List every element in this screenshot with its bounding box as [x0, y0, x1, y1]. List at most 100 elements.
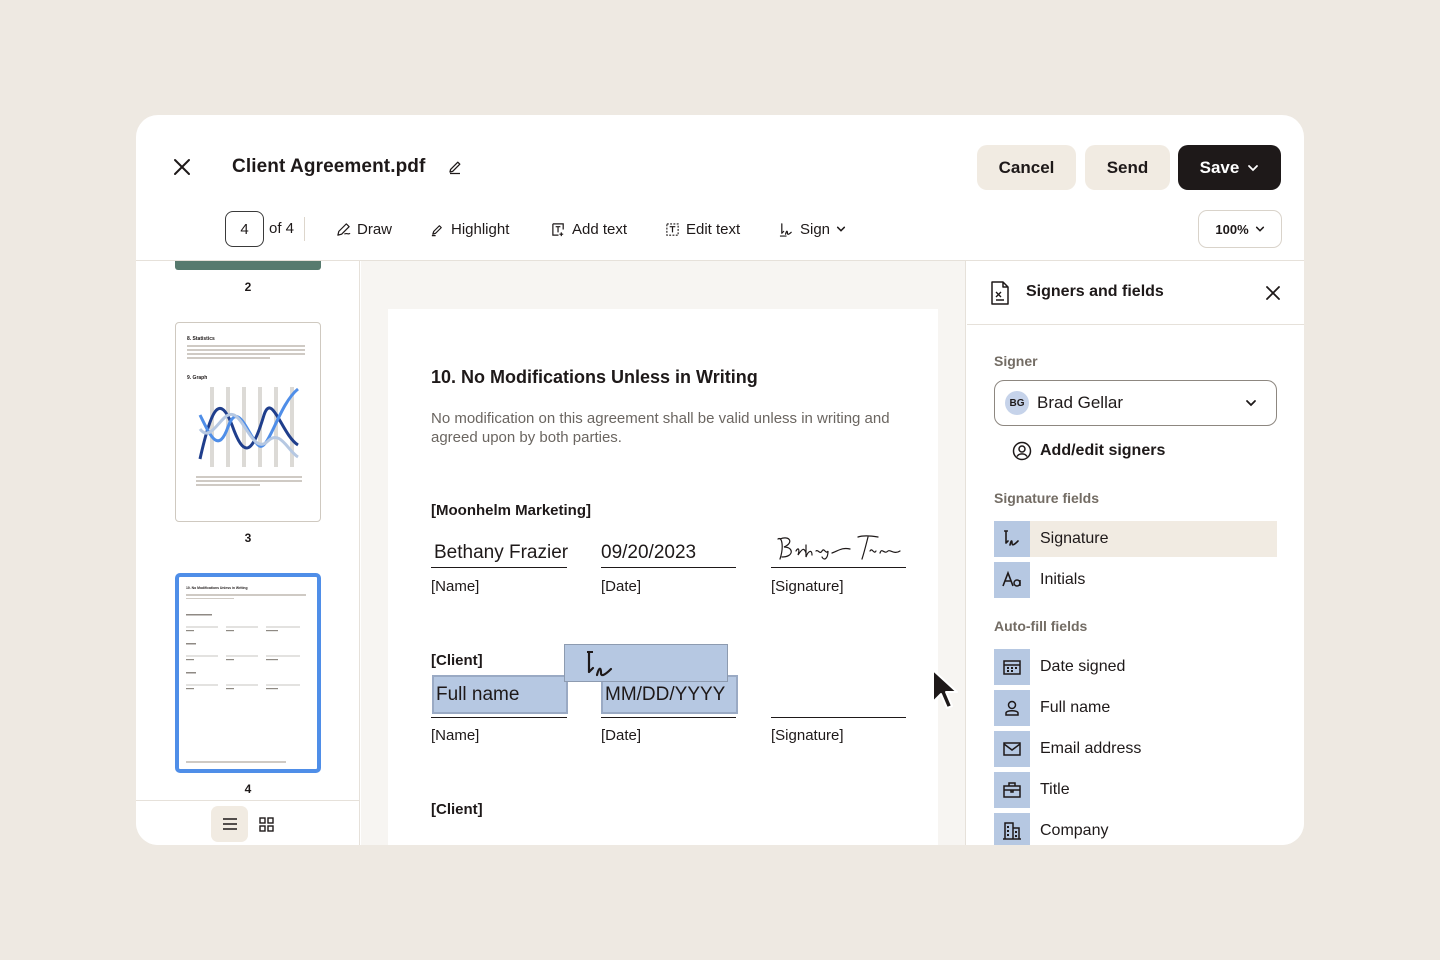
field-label: Title — [1040, 781, 1070, 798]
signature-label: [Signature] — [771, 578, 844, 595]
field-label: Signature — [1040, 530, 1109, 547]
field-label: Email address — [1040, 740, 1142, 757]
full-name-field[interactable]: Full name — [432, 675, 568, 714]
page-number-input[interactable]: 4 — [225, 211, 264, 247]
chevron-down-icon — [1246, 400, 1256, 407]
field-underline — [601, 567, 736, 568]
panel-header: Signers and fields — [967, 261, 1304, 325]
party-label: [Client] — [431, 652, 483, 669]
thumb-heading: 8. Statistics — [187, 336, 215, 342]
signature-icon — [587, 650, 613, 677]
toolbar-divider — [304, 217, 305, 241]
zoom-value: 100% — [1215, 221, 1249, 237]
chevron-down-icon — [836, 226, 846, 232]
page-count: of 4 — [269, 220, 295, 237]
field-title[interactable]: Title — [994, 772, 1277, 808]
field-email-address[interactable]: Email address — [994, 731, 1277, 767]
document-signature-icon — [991, 281, 1009, 305]
name-value: Bethany Frazier — [434, 542, 569, 563]
signer-name: Brad Gellar — [1037, 393, 1123, 412]
thumb-text-lines — [187, 345, 305, 359]
field-label: Full name — [1040, 699, 1111, 716]
signature-label: [Signature] — [771, 727, 844, 744]
handwritten-signature — [777, 535, 901, 560]
add-text-icon — [552, 222, 564, 236]
document-page: 10. No Modifications Unless in Writing N… — [388, 309, 938, 845]
date-label: [Date] — [601, 727, 642, 744]
add-text-tool[interactable]: Add text — [551, 218, 627, 240]
highlight-tool[interactable]: Highlight — [430, 218, 509, 240]
envelope-icon — [994, 731, 1030, 767]
grid-icon — [258, 816, 274, 832]
field-date-signed[interactable]: Date signed — [994, 649, 1277, 685]
autofill-fields-label: Auto-fill fields — [994, 618, 1088, 634]
field-company[interactable]: Company — [994, 813, 1277, 845]
save-button[interactable]: Save — [1178, 145, 1281, 190]
thumbnail-page-3[interactable]: 8. Statistics 9. Graph — [175, 322, 321, 522]
grid-view-button[interactable] — [255, 813, 277, 835]
mouse-cursor-icon — [932, 669, 958, 709]
initials-icon — [994, 562, 1030, 598]
thumbnail-number: 3 — [244, 531, 252, 545]
calendar-icon — [994, 649, 1030, 685]
cancel-button[interactable]: Cancel — [977, 145, 1076, 190]
field-underline — [771, 717, 906, 718]
add-edit-signers-button[interactable]: Add/edit signers — [1012, 441, 1165, 461]
field-signature[interactable]: Signature — [994, 521, 1277, 557]
signature-field-dragging[interactable] — [564, 644, 728, 682]
draw-tool[interactable]: Draw — [336, 218, 392, 240]
thumbnail-page-2[interactable] — [175, 261, 321, 270]
field-initials[interactable]: Initials — [994, 562, 1277, 598]
close-icon[interactable] — [170, 155, 194, 179]
avatar: BG — [1005, 391, 1029, 415]
signers-fields-panel: Signers and fields Signer BG Brad Gellar… — [967, 261, 1304, 845]
section-paragraph: No modification on this agreement shall … — [431, 410, 890, 446]
editor-window: Client Agreement.pdf Cancel Send Save 4 … — [136, 115, 1304, 845]
send-button[interactable]: Send — [1085, 145, 1170, 190]
thumb-text-lines — [186, 594, 306, 599]
panel-title: Signers and fields — [1026, 283, 1164, 300]
thumb-heading: 10. No Modifications Unless in Writing — [186, 586, 248, 590]
date-value: 09/20/2023 — [601, 542, 697, 563]
sign-icon — [779, 222, 792, 237]
name-label: [Name] — [431, 578, 480, 595]
field-full-name[interactable]: Full name — [994, 690, 1277, 726]
save-button-label: Save — [1199, 157, 1240, 177]
thumb-text-lines — [186, 761, 286, 763]
thumbnail-number: 2 — [244, 280, 252, 294]
briefcase-icon — [994, 772, 1030, 808]
zoom-select[interactable]: 100% — [1198, 210, 1282, 248]
field-underline — [771, 567, 906, 568]
close-icon[interactable] — [1263, 283, 1283, 303]
thumbnail-number: 4 — [244, 782, 252, 796]
field-label: Initials — [1040, 571, 1086, 588]
pencil-icon[interactable] — [447, 159, 463, 175]
thumbnail-page-4[interactable]: 10. No Modifications Unless in Writing — [175, 573, 321, 773]
thumb-form-lines — [186, 614, 300, 690]
draw-icon — [337, 222, 351, 236]
date-label: [Date] — [601, 578, 642, 595]
person-icon — [994, 690, 1030, 726]
user-circle-icon — [1012, 441, 1032, 461]
thumbnail-view-toggle — [136, 800, 359, 845]
signer-dropdown[interactable]: BG Brad Gellar — [994, 380, 1277, 426]
name-label: [Name] — [431, 727, 480, 744]
list-icon — [222, 818, 237, 830]
add-edit-signers-label: Add/edit signers — [1040, 442, 1166, 459]
list-view-button[interactable] — [211, 806, 248, 842]
field-underline — [431, 567, 567, 568]
section-heading: 10. No Modifications Unless in Writing — [431, 367, 758, 387]
field-label: Date signed — [1040, 658, 1126, 675]
highlighter-icon — [431, 224, 442, 236]
sign-tool[interactable]: Sign — [779, 218, 846, 240]
thumb-text-lines — [196, 476, 302, 486]
thumb-heading: 9. Graph — [187, 375, 208, 381]
signature-fields-label: Signature fields — [994, 490, 1100, 506]
edit-text-icon — [666, 222, 679, 236]
building-icon — [994, 813, 1030, 845]
field-label: Company — [1040, 822, 1109, 839]
signer-section-label: Signer — [994, 353, 1038, 369]
highlight-label: Highlight — [451, 220, 510, 238]
edit-text-tool[interactable]: Edit text — [665, 218, 740, 240]
sign-label: Sign — [800, 220, 831, 238]
